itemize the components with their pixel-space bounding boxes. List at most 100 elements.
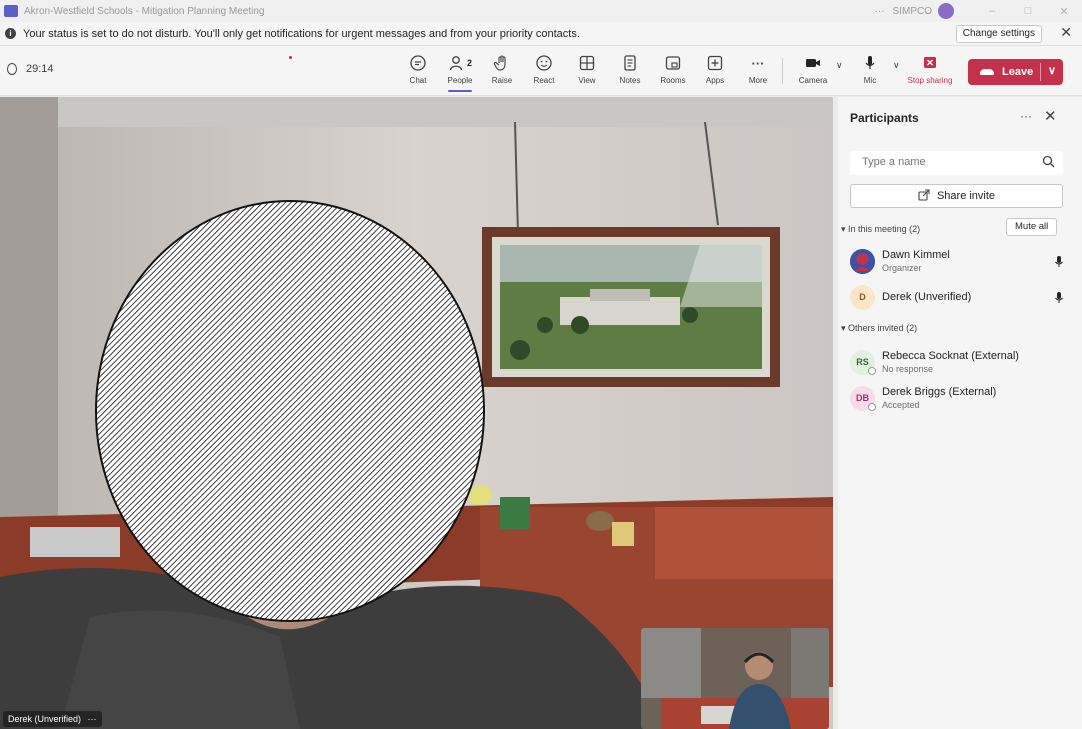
participant-name: Derek (Unverified) [882,291,972,303]
meeting-toolbar: 29:14 Chat 2 People Raise React View Not… [0,46,1082,96]
participant-name: Rebecca Socknat (External) [882,350,1019,362]
raise-hand-button[interactable]: Raise [482,52,522,85]
people-label: People [447,76,473,85]
participant-row[interactable]: Dawn Kimmel Organizer [850,246,1063,276]
camera-options-chevron[interactable]: ∨ [836,60,843,71]
speaker-name: Derek (Unverified) [8,714,82,724]
participant-search [850,151,1063,175]
chat-icon [398,52,438,74]
stop-sharing-label: Stop sharing [907,76,953,85]
react-button[interactable]: React [524,52,564,85]
invite-status: No response [882,364,934,374]
notes-icon [610,52,650,74]
mic-button[interactable]: Mic [850,52,890,85]
participant-role: Organizer [882,263,922,273]
hang-up-icon [980,69,994,75]
avatar: D [850,285,875,310]
people-count: 2 [466,58,472,68]
notes-label: Notes [619,76,641,85]
change-settings-button[interactable]: Change settings [955,25,1042,43]
react-label: React [533,76,555,85]
microphone-icon [1055,255,1063,273]
apps-label: Apps [705,76,725,85]
grid-view-icon [567,52,607,74]
more-button[interactable]: ··· More [738,52,778,86]
camera-label: Camera [798,76,828,85]
info-icon: i [5,28,16,39]
participant-search-input[interactable] [862,156,1032,168]
invited-row[interactable]: RS Rebecca Socknat (External) No respons… [850,347,1063,377]
org-name: SIMPCO [892,5,932,17]
panel-more-button[interactable]: ··· [1020,109,1032,123]
dnd-banner: i Your status is set to do not disturb. … [0,22,1082,46]
microphone-icon [1055,291,1063,309]
notes-button[interactable]: Notes [610,52,650,85]
leave-label: Leave [1002,66,1034,78]
participant-name: Dawn Kimmel [882,249,950,261]
window-title: Akron-Westfield Schools - Mitigation Pla… [24,5,265,17]
stop-sharing-button[interactable]: Stop sharing [906,52,954,85]
accepted-status-icon [868,403,876,411]
toolbar-divider [782,58,783,84]
mute-all-button[interactable]: Mute all [1006,218,1058,236]
others-invited-section-toggle[interactable]: ▾ Others invited (2) [841,323,917,334]
rooms-icon [653,52,693,74]
view-label: View [578,76,596,85]
view-button[interactable]: View [567,52,607,85]
minimize-button[interactable]: – [974,5,1010,17]
banner-message: Your status is set to do not disturb. Yo… [23,27,580,40]
leave-button[interactable]: Leave ∨ [968,59,1063,85]
meeting-timer: 29:14 [7,63,54,75]
title-bar: Akron-Westfield Schools - Mitigation Pla… [0,0,1082,22]
share-invite-button[interactable]: Share invite [850,184,1063,208]
stop-sharing-icon [906,52,954,74]
panel-close-button[interactable]: ✕ [1044,107,1057,125]
smiley-icon [524,52,564,74]
caret-down-icon: ▾ [841,224,846,234]
self-view-feed [641,628,829,729]
timer-text: 29:14 [26,63,54,75]
active-tab-indicator [448,90,472,92]
people-button[interactable]: 2 People [440,52,480,92]
participant-name: Derek Briggs (External) [882,386,997,398]
panel-title: Participants [850,111,919,125]
rooms-button[interactable]: Rooms [653,52,693,85]
mic-options-chevron[interactable]: ∨ [893,60,900,71]
share-invite-label: Share invite [936,190,996,202]
invite-status: Accepted [882,400,920,410]
add-app-icon [695,52,735,74]
invited-row[interactable]: DB Derek Briggs (External) Accepted [850,383,1063,413]
chat-button[interactable]: Chat [398,52,438,85]
rooms-label: Rooms [660,76,686,85]
pending-status-icon [868,367,876,375]
microphone-icon [850,52,890,74]
camera-button[interactable]: Camera [793,52,833,85]
account-avatar[interactable] [938,3,954,19]
search-icon[interactable] [1042,155,1055,173]
in-meeting-section-toggle[interactable]: ▾ In this meeting (2) [841,224,920,235]
participants-panel: Participants ··· ✕ Share invite ▾ In thi… [838,97,1082,729]
teams-logo-icon [4,5,18,17]
camera-icon [793,52,833,74]
people-icon: 2 [440,52,480,74]
self-view-video[interactable] [641,628,829,729]
apps-button[interactable]: Apps [695,52,735,85]
speaker-name-tag[interactable]: Derek (Unverified) ··· [3,711,102,727]
raise-label: Raise [491,76,513,85]
share-icon [918,188,930,204]
more-icon: ··· [751,55,765,71]
banner-close-button[interactable]: ✕ [1060,24,1072,41]
maximize-button[interactable]: □ [1010,5,1046,17]
participant-row[interactable]: D Derek (Unverified) [850,282,1063,312]
raise-hand-icon [482,52,522,74]
avatar [850,249,875,274]
chat-label: Chat [409,76,427,85]
others-header: Others invited (2) [848,323,918,333]
speaker-more-button[interactable]: ··· [88,714,97,724]
close-window-button[interactable]: ✕ [1046,5,1082,18]
more-label: More [748,76,768,85]
window-more-button[interactable]: ··· [875,6,885,17]
recording-dot-icon [289,56,292,59]
leave-options-chevron[interactable]: ∨ [1048,64,1056,77]
mic-label: Mic [863,76,877,85]
